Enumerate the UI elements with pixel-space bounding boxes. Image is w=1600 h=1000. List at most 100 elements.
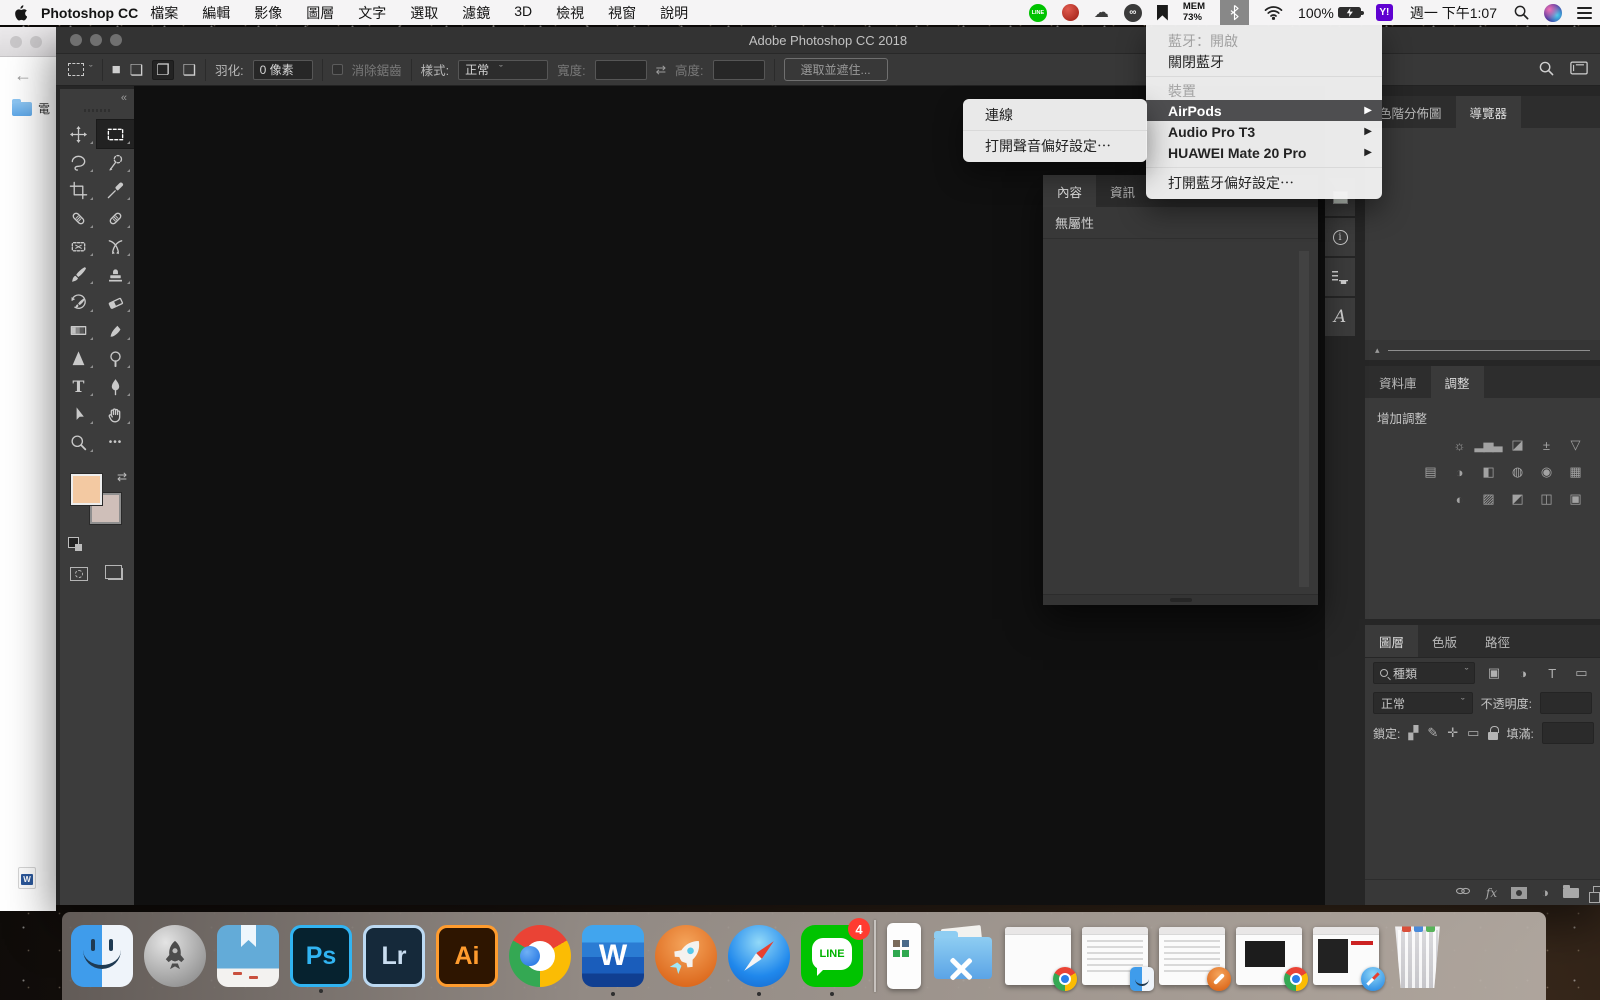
filter-pixel-layers-icon[interactable]: ▣ bbox=[1483, 665, 1504, 681]
dock-minimized-finder-window[interactable] bbox=[1082, 927, 1148, 985]
dock-word[interactable]: W bbox=[582, 925, 644, 987]
lock-all-icon[interactable] bbox=[1488, 732, 1498, 740]
spot-healing-brush-tool[interactable] bbox=[60, 204, 97, 232]
lock-artboard-icon[interactable]: ▭ bbox=[1467, 725, 1479, 741]
exposure-icon[interactable]: ± bbox=[1535, 435, 1557, 455]
wifi-icon[interactable] bbox=[1264, 0, 1283, 25]
gradient-map-icon[interactable]: ◫ bbox=[1535, 489, 1557, 509]
traffic-light[interactable] bbox=[30, 36, 42, 48]
select-and-mask-button[interactable]: 選取並遮住... bbox=[784, 58, 888, 81]
antialias-checkbox[interactable] bbox=[332, 64, 343, 75]
dock-line[interactable]: LINE 4 bbox=[801, 925, 863, 987]
open-bluetooth-preferences-item[interactable]: 打開藍牙偏好設定⋯ bbox=[1146, 172, 1382, 194]
dock-illustrator[interactable]: Ai bbox=[436, 925, 498, 987]
dodge-tool[interactable] bbox=[97, 344, 134, 372]
patch-tool[interactable] bbox=[60, 232, 97, 260]
type-tool[interactable]: T bbox=[60, 372, 97, 400]
lock-transparency-icon[interactable]: ▞ bbox=[1408, 725, 1418, 741]
tab-libraries[interactable]: 資料庫 bbox=[1365, 366, 1431, 398]
scrollbar[interactable] bbox=[1299, 251, 1309, 587]
dock-minimized-chrome-window[interactable] bbox=[1005, 927, 1071, 985]
healing-brush-tool[interactable] bbox=[97, 204, 134, 232]
default-colors-icon[interactable] bbox=[68, 537, 79, 548]
zoom-window-button[interactable] bbox=[110, 34, 122, 46]
levels-icon[interactable]: ▂▅▃ bbox=[1477, 435, 1499, 455]
hand-tool[interactable] bbox=[97, 400, 134, 428]
dock-rocket-app[interactable] bbox=[655, 925, 717, 987]
blend-mode-select[interactable]: 正常 ˇ bbox=[1373, 692, 1473, 714]
gradient-tool[interactable] bbox=[60, 316, 97, 344]
menu-window[interactable]: 視窗 bbox=[608, 3, 636, 23]
sharpen-tool[interactable] bbox=[60, 344, 97, 372]
dock-chrome[interactable] bbox=[509, 925, 571, 987]
menu-help[interactable]: 說明 bbox=[660, 3, 688, 23]
cloud-status-icon[interactable]: ☁ bbox=[1094, 0, 1109, 25]
tab-properties[interactable]: 內容 bbox=[1043, 175, 1096, 207]
invert-icon[interactable]: ◐ bbox=[1448, 489, 1470, 509]
dock-trash[interactable] bbox=[1390, 924, 1446, 988]
layers-list[interactable] bbox=[1365, 748, 1600, 879]
open-sound-preferences-item[interactable]: 打開聲音偏好設定⋯ bbox=[963, 135, 1147, 157]
eyedropper-tool[interactable] bbox=[97, 176, 134, 204]
path-selection-tool[interactable] bbox=[60, 400, 97, 428]
filter-shape-layers-icon[interactable]: ▭ bbox=[1571, 665, 1592, 681]
menu-type[interactable]: 文字 bbox=[358, 3, 386, 23]
workspace-switcher-icon[interactable] bbox=[1570, 61, 1588, 78]
edit-toolbar-icon[interactable]: ••• bbox=[97, 428, 134, 456]
new-selection-button[interactable]: ■ bbox=[112, 61, 121, 78]
height-input[interactable] bbox=[713, 60, 765, 80]
menu-view[interactable]: 檢視 bbox=[556, 3, 584, 23]
dock-utilities-folder[interactable] bbox=[932, 925, 994, 987]
tab-layers[interactable]: 圖層 bbox=[1365, 625, 1418, 657]
channel-mixer-icon[interactable]: ◉ bbox=[1535, 462, 1557, 482]
notification-center-icon[interactable] bbox=[1577, 0, 1592, 25]
device-huawei-item[interactable]: HUAWEI Mate 20 Pro ▶ bbox=[1146, 142, 1382, 163]
add-selection-button[interactable]: ❏ bbox=[130, 61, 143, 79]
posterize-icon[interactable]: ▨ bbox=[1477, 489, 1499, 509]
red-app-status-icon[interactable] bbox=[1062, 4, 1079, 21]
history-brush-tool[interactable] bbox=[60, 288, 97, 316]
link-layers-icon[interactable] bbox=[1454, 884, 1472, 901]
lasso-tool[interactable] bbox=[60, 148, 97, 176]
yahoo-status-icon[interactable]: Y! bbox=[1376, 4, 1393, 21]
subtract-selection-button[interactable]: ❐ bbox=[152, 60, 173, 80]
lock-pixels-icon[interactable]: ✎ bbox=[1427, 725, 1438, 741]
dock-dictionary[interactable] bbox=[217, 925, 279, 987]
close-window-button[interactable] bbox=[70, 34, 82, 46]
vibrance-icon[interactable]: ▽ bbox=[1564, 435, 1586, 455]
menu-filter[interactable]: 濾鏡 bbox=[462, 3, 490, 23]
feather-input[interactable]: 0 像素 bbox=[253, 60, 313, 80]
foreground-color-swatch[interactable] bbox=[71, 474, 102, 505]
dock-photoshop[interactable]: Ps bbox=[290, 925, 352, 987]
brightness-contrast-icon[interactable]: ☼ bbox=[1448, 435, 1470, 455]
dock-minimized-document-window[interactable] bbox=[1159, 927, 1225, 985]
menu-3d[interactable]: 3D bbox=[514, 3, 532, 23]
photo-filter-icon[interactable]: ◍ bbox=[1506, 462, 1528, 482]
connect-item[interactable]: 連線 bbox=[963, 104, 1147, 126]
dock-minimized-chrome-video-window[interactable] bbox=[1236, 927, 1302, 985]
apple-menu-icon[interactable] bbox=[14, 5, 27, 21]
selective-color-icon[interactable]: ▣ bbox=[1564, 489, 1586, 509]
lock-position-icon[interactable]: ✛ bbox=[1447, 725, 1458, 741]
device-audio-pro-item[interactable]: Audio Pro T3 ▶ bbox=[1146, 121, 1382, 142]
menu-file[interactable]: 檔案 bbox=[150, 3, 178, 23]
layer-style-icon[interactable]: fx bbox=[1486, 886, 1497, 900]
dock-lightroom[interactable]: Lr bbox=[363, 925, 425, 987]
menu-layer[interactable]: 圖層 bbox=[306, 3, 334, 23]
zoom-tool[interactable] bbox=[60, 428, 97, 456]
dock-minimized-phone-window[interactable] bbox=[887, 923, 921, 989]
swap-colors-icon[interactable]: ⇄ bbox=[117, 470, 127, 484]
swap-dimensions-icon[interactable]: ⇄ bbox=[656, 62, 666, 77]
eraser-tool[interactable] bbox=[97, 288, 134, 316]
panel-resize-handle[interactable] bbox=[1043, 594, 1318, 605]
menu-select[interactable]: 選取 bbox=[410, 3, 438, 23]
color-lookup-icon[interactable]: ▦ bbox=[1564, 462, 1586, 482]
line-status-icon[interactable]: LINE bbox=[1029, 4, 1047, 22]
creative-cloud-icon[interactable]: ∞ bbox=[1124, 4, 1142, 22]
color-balance-icon[interactable]: ◑ bbox=[1448, 462, 1470, 482]
new-layer-icon[interactable] bbox=[1593, 886, 1600, 899]
tab-paths[interactable]: 路徑 bbox=[1471, 625, 1524, 657]
tab-channels[interactable]: 色版 bbox=[1418, 625, 1471, 657]
fill-input[interactable] bbox=[1542, 722, 1594, 744]
screen-mode-button[interactable] bbox=[97, 560, 134, 588]
